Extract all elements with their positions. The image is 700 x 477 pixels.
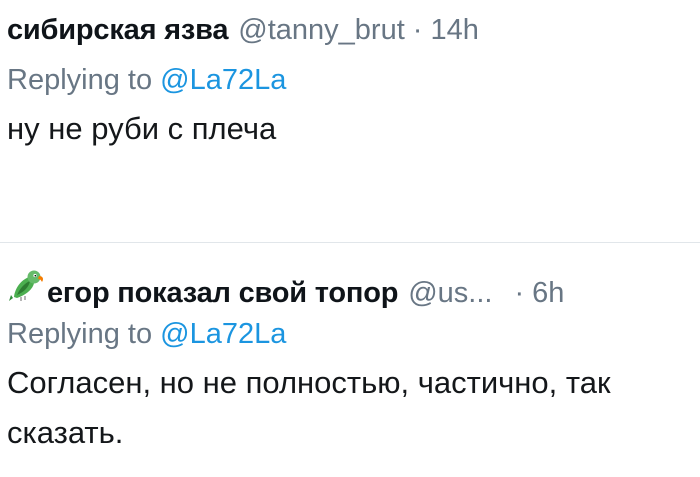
display-name[interactable]: егор показал свой топор: [47, 277, 398, 310]
reply-context: Replying to @La72La: [7, 312, 692, 356]
reply-prefix: Replying to: [7, 318, 153, 350]
parrot-icon: [7, 268, 45, 302]
timestamp[interactable]: 6h: [532, 277, 564, 310]
tweet-header: егор показал свой топор @us... · 6h: [7, 268, 692, 312]
reply-context: Replying to @La72La: [7, 58, 692, 102]
user-handle[interactable]: @us...: [408, 277, 492, 310]
tweet-text: Согласен, но не полностью, частично, так…: [7, 365, 611, 450]
separator-dot: ·: [412, 14, 423, 46]
reply-prefix: Replying to: [7, 64, 153, 96]
reply-mention-link[interactable]: @La72La: [160, 318, 286, 350]
tweet-text: ну не руби с плеча: [7, 111, 277, 146]
display-name[interactable]: сибирская язва: [7, 14, 228, 47]
reply-mention-link[interactable]: @La72La: [160, 64, 286, 96]
separator-dot: ·: [514, 277, 525, 309]
tweet[interactable]: сибирская язва @tanny_brut · 14h Replyin…: [0, 0, 700, 242]
tweet-header: сибирская язва @tanny_brut · 14h: [7, 14, 692, 58]
timestamp[interactable]: 14h: [430, 14, 478, 47]
tweet[interactable]: егор показал свой топор @us... · 6h Repl…: [0, 243, 700, 477]
user-handle[interactable]: @tanny_brut: [238, 14, 404, 47]
